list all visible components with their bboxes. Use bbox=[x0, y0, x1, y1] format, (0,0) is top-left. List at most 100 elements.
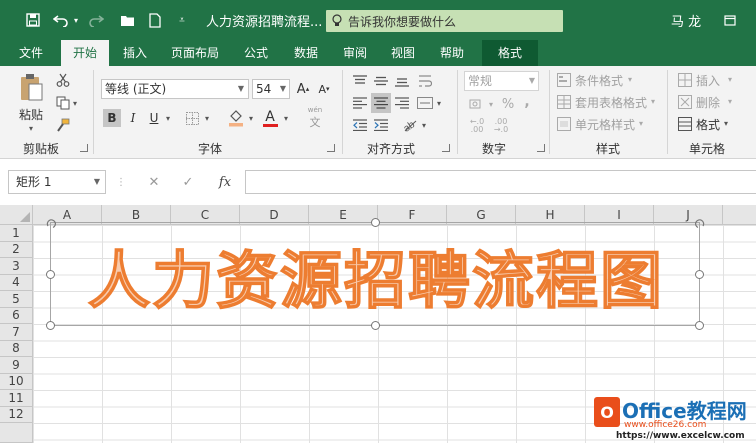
conditional-formatting-button[interactable]: 条件格式 bbox=[575, 72, 623, 89]
delete-dropdown-icon[interactable]: ▾ bbox=[726, 96, 734, 106]
grow-font-button[interactable]: A ▴ bbox=[294, 79, 312, 99]
rotate-handle-icon[interactable] bbox=[46, 218, 56, 229]
more-options-icon[interactable]: ⋮ bbox=[116, 172, 126, 192]
rotate-handle-icon[interactable] bbox=[695, 218, 705, 229]
cut-icon[interactable] bbox=[54, 71, 72, 89]
insert-function-button[interactable]: fx bbox=[213, 172, 237, 192]
wrap-text-icon[interactable] bbox=[415, 71, 435, 91]
customize-qat-icon[interactable]: ⩡ bbox=[175, 9, 189, 31]
row-header[interactable]: 1 bbox=[0, 225, 33, 242]
borders-icon[interactable] bbox=[183, 109, 201, 127]
font-name-select[interactable]: 等线 (正文) ▼ bbox=[101, 79, 249, 99]
align-top-icon[interactable] bbox=[351, 72, 369, 90]
font-size-select[interactable]: 54 ▼ bbox=[252, 79, 290, 99]
row-header[interactable]: 2 bbox=[0, 241, 33, 258]
resize-handle-left[interactable] bbox=[46, 270, 55, 279]
number-launcher-icon[interactable] bbox=[537, 144, 545, 152]
row-header[interactable]: 12 bbox=[0, 406, 33, 423]
insert-dropdown-icon[interactable]: ▾ bbox=[726, 74, 734, 84]
undo-icon[interactable] bbox=[50, 9, 72, 31]
cancel-icon[interactable]: ✕ bbox=[144, 172, 164, 192]
row-header[interactable]: 11 bbox=[0, 390, 33, 407]
row-header[interactable]: 6 bbox=[0, 307, 33, 324]
tab-review[interactable]: 审阅 bbox=[334, 40, 376, 66]
fill-color-dropdown-icon[interactable]: ▾ bbox=[246, 113, 256, 123]
row-header[interactable]: 7 bbox=[0, 324, 33, 341]
number-format-select[interactable]: 常规 ▼ bbox=[464, 71, 539, 91]
conditional-dropdown-icon[interactable]: ▾ bbox=[626, 74, 634, 84]
cell-styles-dropdown-icon[interactable]: ▾ bbox=[637, 118, 645, 128]
merge-dropdown-icon[interactable]: ▾ bbox=[435, 98, 443, 108]
save-icon[interactable] bbox=[22, 9, 44, 31]
align-bottom-icon[interactable] bbox=[393, 72, 411, 90]
tab-data[interactable]: 数据 bbox=[285, 40, 327, 66]
cell-styles-button[interactable]: 单元格样式 bbox=[575, 116, 635, 133]
paste-icon[interactable] bbox=[14, 72, 48, 102]
orientation-dropdown-icon[interactable]: ▾ bbox=[420, 120, 428, 130]
copy-dropdown-icon[interactable]: ▾ bbox=[71, 98, 79, 108]
user-name[interactable]: 马 龙 bbox=[671, 11, 701, 30]
row-header[interactable]: 5 bbox=[0, 291, 33, 308]
font-color-button[interactable]: A bbox=[260, 108, 280, 128]
select-all-button[interactable] bbox=[0, 205, 33, 225]
formula-input[interactable] bbox=[245, 170, 756, 194]
phonetic-guide-button[interactable]: wén 文 bbox=[304, 106, 326, 129]
decrease-indent-icon[interactable] bbox=[351, 116, 369, 134]
column-header[interactable] bbox=[723, 205, 756, 225]
format-painter-icon[interactable] bbox=[54, 116, 72, 134]
format-dropdown-icon[interactable]: ▾ bbox=[722, 118, 730, 128]
align-right-icon[interactable] bbox=[393, 94, 411, 112]
restore-window-icon[interactable] bbox=[721, 9, 739, 31]
shrink-font-button[interactable]: A ▾ bbox=[315, 79, 333, 99]
underline-dropdown-icon[interactable]: ▾ bbox=[163, 113, 173, 123]
table-style-dropdown-icon[interactable]: ▾ bbox=[649, 96, 657, 106]
tab-insert[interactable]: 插入 bbox=[114, 40, 156, 66]
underline-button[interactable]: U bbox=[145, 109, 163, 127]
search-input[interactable]: 告诉我你想要做什么 bbox=[326, 10, 563, 32]
accounting-format-icon[interactable] bbox=[466, 95, 488, 113]
align-middle-icon[interactable] bbox=[372, 72, 390, 90]
row-header[interactable] bbox=[0, 423, 33, 443]
paste-button[interactable]: 粘贴 bbox=[19, 106, 43, 123]
tab-format[interactable]: 格式 bbox=[482, 40, 538, 66]
undo-dropdown-icon[interactable]: ▾ bbox=[71, 9, 81, 31]
resize-handle-bottom-left[interactable] bbox=[46, 321, 55, 330]
comma-button[interactable]: , bbox=[520, 93, 534, 111]
delete-button[interactable]: 删除 bbox=[696, 94, 720, 111]
resize-handle-bottom-right[interactable] bbox=[695, 321, 704, 330]
italic-button[interactable]: I bbox=[124, 109, 142, 127]
align-center-icon[interactable] bbox=[371, 93, 391, 113]
tab-formulas[interactable]: 公式 bbox=[236, 40, 276, 66]
decrease-decimal-icon[interactable]: .00 →.0 bbox=[490, 117, 512, 135]
row-header[interactable]: 4 bbox=[0, 274, 33, 291]
row-header[interactable]: 3 bbox=[0, 258, 33, 275]
font-launcher-icon[interactable] bbox=[327, 144, 335, 152]
increase-decimal-icon[interactable]: ←.0.00 bbox=[466, 117, 488, 135]
row-header[interactable]: 10 bbox=[0, 373, 33, 390]
wordart-text[interactable]: 人力资源招聘流程图 bbox=[51, 223, 701, 327]
increase-indent-icon[interactable] bbox=[372, 116, 390, 134]
resize-handle-bottom[interactable] bbox=[371, 321, 380, 330]
tab-view[interactable]: 视图 bbox=[383, 40, 423, 66]
align-left-icon[interactable] bbox=[351, 94, 369, 112]
new-file-icon[interactable] bbox=[146, 9, 164, 31]
resize-handle-top[interactable] bbox=[371, 218, 380, 227]
format-button[interactable]: 格式 bbox=[696, 116, 720, 133]
row-header[interactable]: 9 bbox=[0, 357, 33, 374]
percent-button[interactable]: % bbox=[500, 95, 516, 113]
copy-icon[interactable] bbox=[54, 94, 72, 112]
borders-dropdown-icon[interactable]: ▾ bbox=[202, 113, 212, 123]
tab-home[interactable]: 开始 bbox=[61, 40, 109, 66]
open-folder-icon[interactable] bbox=[118, 9, 138, 31]
tab-help[interactable]: 帮助 bbox=[431, 40, 473, 66]
alignment-launcher-icon[interactable] bbox=[442, 144, 450, 152]
redo-icon[interactable] bbox=[86, 9, 106, 31]
accounting-dropdown-icon[interactable]: ▾ bbox=[487, 99, 495, 109]
bold-button[interactable]: B bbox=[103, 109, 121, 127]
resize-handle-right[interactable] bbox=[695, 270, 704, 279]
rectangle-shape[interactable]: 人力资源招聘流程图 bbox=[46, 218, 705, 330]
row-header[interactable]: 8 bbox=[0, 340, 33, 357]
clipboard-launcher-icon[interactable] bbox=[80, 144, 88, 152]
orientation-icon[interactable]: ab bbox=[400, 116, 420, 134]
paste-dropdown-icon[interactable]: ▾ bbox=[24, 123, 38, 133]
